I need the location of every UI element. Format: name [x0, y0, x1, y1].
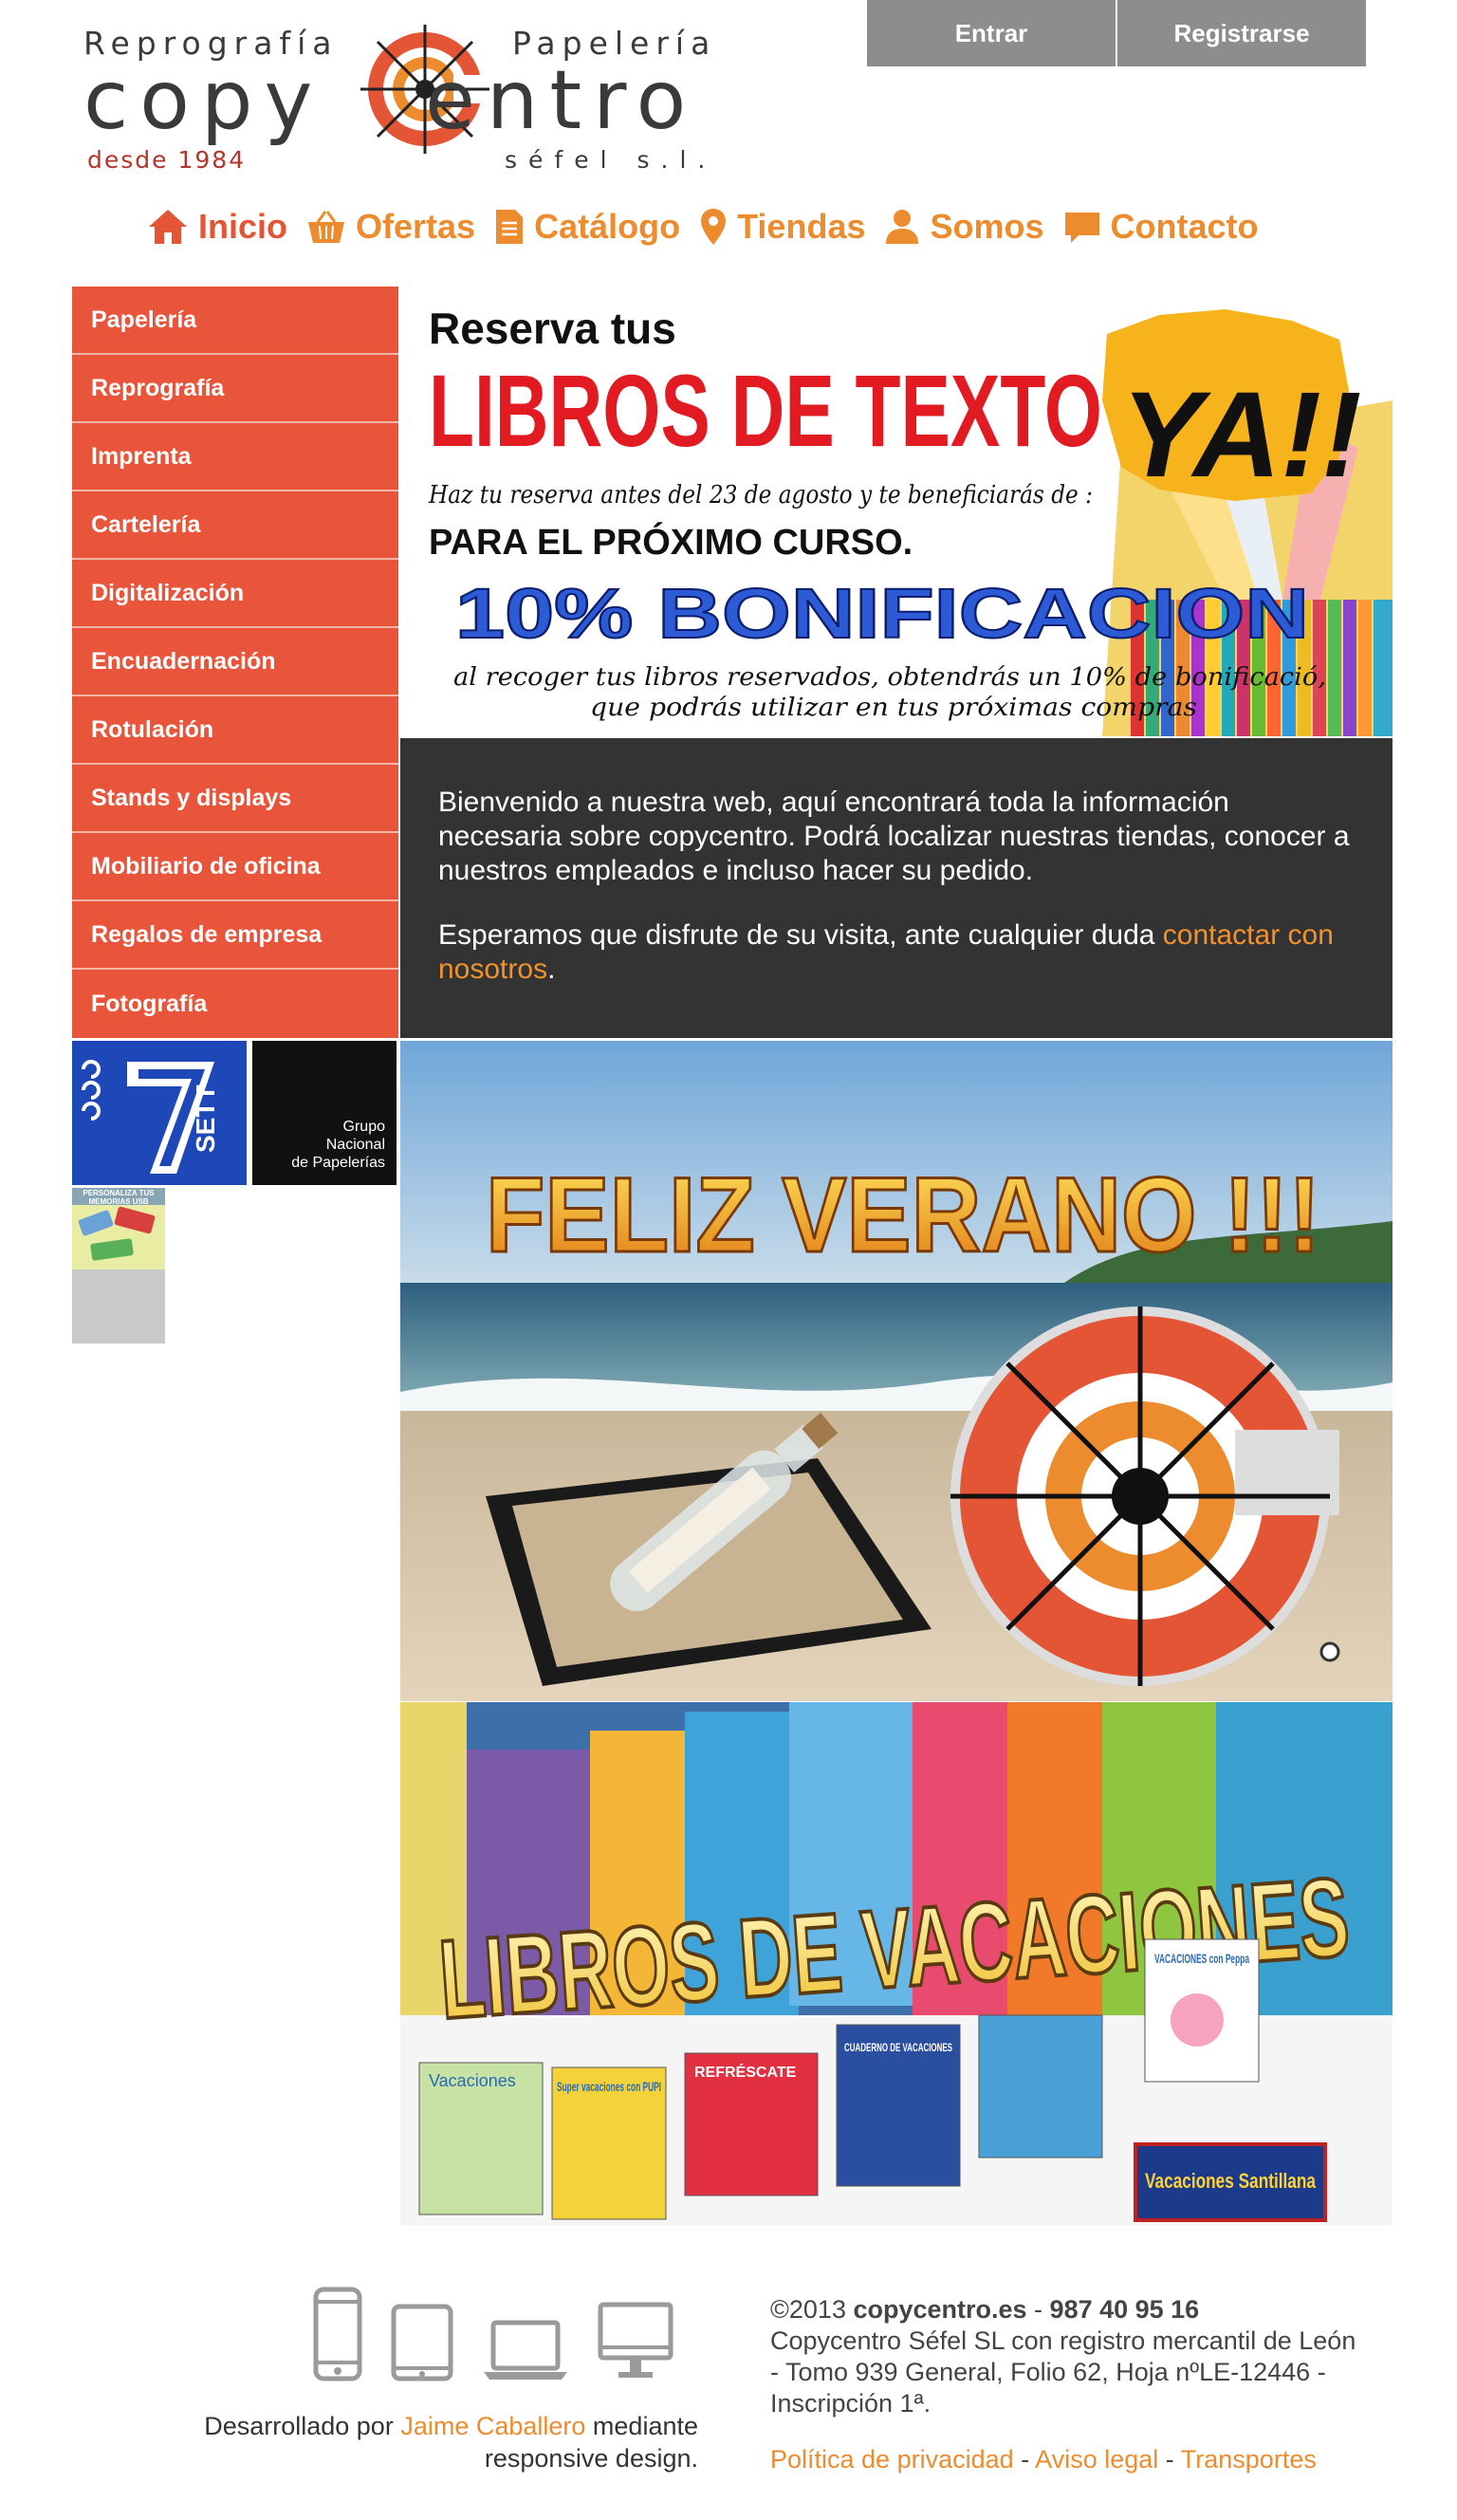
- developer-credit: Desarrollado por Jaime Caballero mediant…: [142, 2410, 698, 2474]
- copyright-symbol: ©2013: [770, 2295, 854, 2324]
- book-title: REFRÉSCATE: [694, 2063, 797, 2081]
- book-title: CUADERNO DE VACACIONES: [844, 2041, 952, 2054]
- nav-label: Inicio: [198, 207, 288, 246]
- welcome-text: Bienvenido a nuestra web, aquí encontrar…: [438, 787, 1350, 886]
- usb-promo-details: [72, 1269, 165, 1343]
- document-icon: [496, 210, 524, 244]
- logo-since: desde 1984: [87, 146, 247, 174]
- separator: -: [1026, 2295, 1050, 2324]
- legal-info: ©2013 copycentro.es - 987 40 95 16 Copyc…: [770, 2294, 1358, 2475]
- welcome-contact-text: Esperamos que disfrute de su visita, ant…: [438, 918, 1355, 987]
- slide-libros-de-vacaciones[interactable]: LIBROS DE VACACIONES Vacaciones Super va…: [400, 1702, 1392, 2226]
- site-domain: copycentro.es: [853, 2295, 1027, 2324]
- person-icon: [886, 210, 919, 244]
- nav-item-catalogo[interactable]: Catálogo: [494, 207, 680, 247]
- tablet-icon: [391, 2304, 453, 2381]
- laptop-icon: [484, 2320, 567, 2380]
- slide-verano-title: FELIZ VERANO !!!: [486, 1156, 1320, 1274]
- phone-icon: [313, 2287, 362, 2381]
- main-nav: Inicio Ofertas Catálogo Tiendas Somos Co…: [147, 207, 1259, 247]
- separator: -: [1013, 2445, 1036, 2474]
- partner-logos: SETT Grupo Nacional de Papelerías: [72, 1041, 397, 1185]
- logo-company: séfel s.l.: [505, 146, 717, 174]
- banner-line5: 10% BONIFICACION: [455, 574, 1309, 653]
- separator: -: [1158, 2445, 1181, 2474]
- nav-label: Catálogo: [534, 207, 681, 246]
- sidebar-item-encuadernacion[interactable]: Encuadernación: [72, 628, 398, 696]
- sidebar-item-rotulacion[interactable]: Rotulación: [72, 696, 398, 765]
- banner-libros-de-texto[interactable]: YA!! Reserva tus LIBROS DE TEXTO Haz tu …: [400, 287, 1392, 736]
- welcome-contact-prefix: Esperamos que disfrute de su visita, ant…: [438, 919, 1163, 951]
- usb-drives-image: [78, 1206, 156, 1261]
- usb-promo-title: PERSONALIZA TUS MEMORIAS USB: [72, 1188, 165, 1206]
- shipping-link[interactable]: Transportes: [1181, 2445, 1317, 2474]
- nav-item-contacto[interactable]: Contacto: [1063, 207, 1259, 247]
- dev-prefix: Desarrollado por: [204, 2412, 401, 2440]
- site-logo[interactable]: Reprografía Papelería copy entro desde 19…: [83, 23, 766, 178]
- sidebar-item-digitalizacion[interactable]: Digitalización: [72, 560, 398, 628]
- sidebar-item-fotografia[interactable]: Fotografía: [72, 970, 398, 1038]
- desktop-monitor-icon: [598, 2302, 673, 2378]
- welcome-panel: Bienvenido a nuestra web, aquí encontrar…: [400, 738, 1392, 1038]
- nav-label: Contacto: [1110, 207, 1259, 246]
- banner-line6a: al recoger tus libros reservados, obtend…: [453, 663, 1326, 692]
- sett-label: SETT: [191, 1084, 220, 1153]
- auth-buttons: Entrar Registrarse: [867, 0, 1366, 66]
- basket-icon: [308, 211, 345, 243]
- banner-ya-text: YA!!: [1121, 367, 1362, 503]
- registry-text: Copycentro Séfel SL con registro mercant…: [770, 2326, 1356, 2418]
- welcome-contact-suffix: .: [547, 954, 556, 985]
- register-button[interactable]: Registrarse: [1117, 0, 1366, 66]
- sett-logo[interactable]: SETT: [72, 1041, 247, 1185]
- banner-line6b: que podrás utilizar en tus próximas comp…: [590, 694, 1197, 722]
- book-title: Vacaciones: [429, 2071, 516, 2090]
- book-title: Vacaciones Santillana: [1145, 2169, 1317, 2193]
- sidebar-item-carteleria[interactable]: Cartelería: [72, 491, 398, 560]
- sidebar-item-imprenta[interactable]: Imprenta: [72, 423, 398, 491]
- grupo-line: Nacional: [325, 1137, 385, 1153]
- logo-wordmark: copy entro: [83, 53, 698, 148]
- grupo-line: Grupo: [342, 1119, 385, 1135]
- copyright-line: ©2013 copycentro.es - 987 40 95 16: [770, 2294, 1358, 2325]
- nav-item-somos[interactable]: Somos: [884, 207, 1044, 247]
- chat-icon: [1064, 213, 1099, 243]
- sidebar-item-mobiliario[interactable]: Mobiliario de oficina: [72, 833, 398, 901]
- sidebar-item-stands[interactable]: Stands y displays: [72, 765, 398, 833]
- login-button[interactable]: Entrar: [867, 0, 1116, 66]
- banner-line4: PARA EL PRÓXIMO CURSO.: [429, 521, 913, 563]
- banner-line2: LIBROS DE TEXTO: [429, 353, 1102, 468]
- book-title: VACACIONES con Peppa: [1154, 1951, 1249, 1966]
- nav-item-ofertas[interactable]: Ofertas: [306, 207, 475, 247]
- banner-line3: Haz tu reserva antes del 23 de agosto y …: [428, 481, 1093, 510]
- slide-feliz-verano[interactable]: FELIZ VERANO !!!: [400, 1041, 1392, 1701]
- nav-label: Tiendas: [737, 207, 866, 246]
- nav-item-tiendas[interactable]: Tiendas: [699, 207, 865, 247]
- usb-promo-thumbnail[interactable]: PERSONALIZA TUS MEMORIAS USB: [72, 1188, 165, 1343]
- responsive-devices: [313, 2287, 673, 2381]
- nav-item-inicio[interactable]: Inicio: [147, 207, 287, 247]
- nav-label: Somos: [930, 207, 1044, 246]
- grupo-line: de Papelerías: [291, 1155, 385, 1171]
- grupo-nacional-logo[interactable]: Grupo Nacional de Papelerías: [252, 1041, 397, 1185]
- map-pin-icon: [701, 209, 727, 245]
- sidebar-item-regalos[interactable]: Regalos de empresa: [72, 901, 398, 970]
- developer-link[interactable]: Jaime Caballero: [400, 2412, 585, 2440]
- book-title: Super vacaciones con PUPI: [557, 2079, 661, 2094]
- privacy-policy-link[interactable]: Política de privacidad: [770, 2445, 1014, 2474]
- phone-number: 987 40 95 16: [1049, 2295, 1200, 2324]
- home-icon: [149, 210, 187, 244]
- category-sidebar: Papelería Reprografía Imprenta Cartelerí…: [72, 287, 398, 1038]
- nav-label: Ofertas: [356, 207, 476, 246]
- legal-links: Política de privacidad - Aviso legal - T…: [770, 2444, 1358, 2475]
- sidebar-item-reprografia[interactable]: Reprografía: [72, 355, 398, 423]
- banner-line1: Reserva tus: [429, 304, 676, 353]
- sidebar-item-papeleria[interactable]: Papelería: [72, 287, 398, 355]
- legal-notice-link[interactable]: Aviso legal: [1035, 2445, 1158, 2474]
- slider-dot: [1319, 1641, 1340, 1662]
